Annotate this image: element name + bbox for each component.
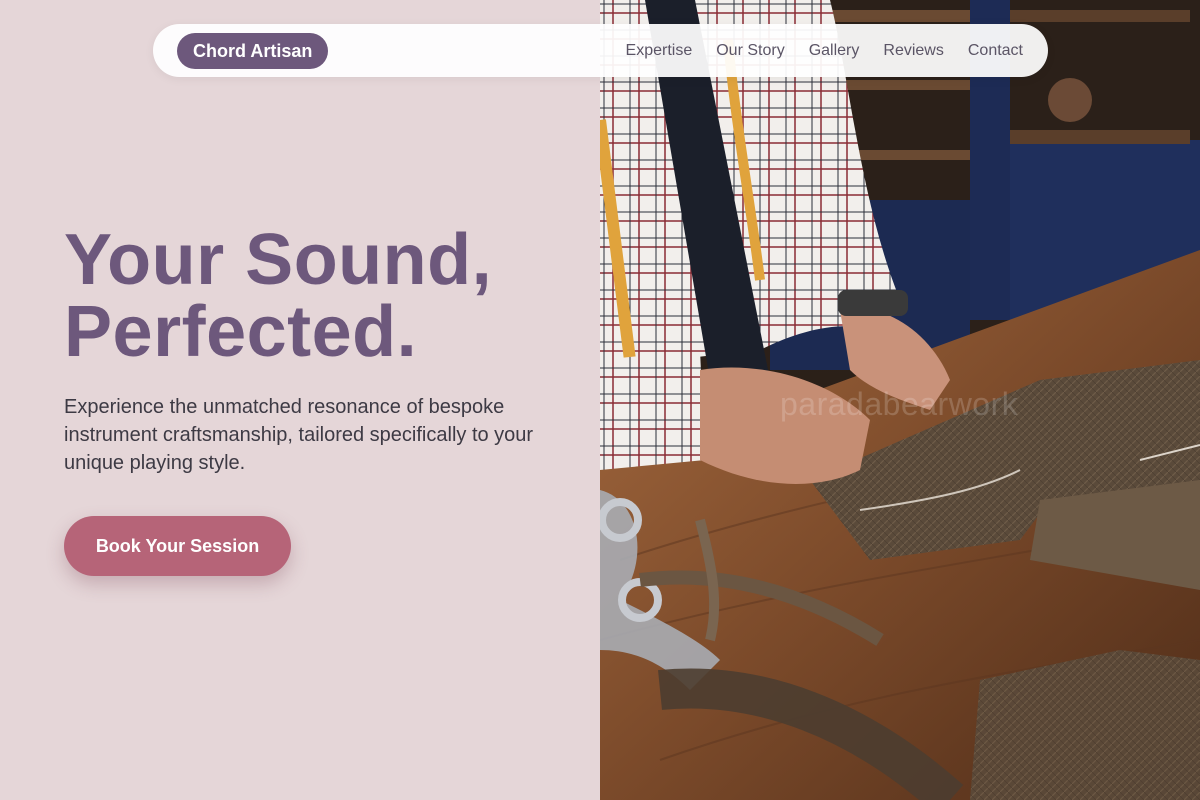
nav-link-our-story[interactable]: Our Story: [716, 42, 784, 60]
nav-link-contact[interactable]: Contact: [968, 42, 1023, 60]
main-nav: Chord Artisan Expertise Our Story Galler…: [153, 24, 1048, 77]
hero-section: Your Sound, Perfected. Experience the un…: [0, 0, 600, 800]
book-session-button[interactable]: Book Your Session: [64, 516, 291, 576]
nav-link-reviews[interactable]: Reviews: [883, 42, 943, 60]
nav-link-gallery[interactable]: Gallery: [809, 42, 860, 60]
nav-links: Expertise Our Story Gallery Reviews Cont…: [626, 24, 1023, 77]
image-watermark: paradabearwork: [780, 386, 1019, 422]
hero-photo: paradabearwork: [600, 0, 1200, 800]
hero-title-line-2: Perfected.: [64, 292, 418, 372]
brand-logo-button[interactable]: Chord Artisan: [177, 33, 329, 69]
hero-subtitle: Experience the unmatched resonance of be…: [64, 396, 534, 474]
hero-title: Your Sound, Perfected.: [64, 224, 584, 368]
hero-title-line-1: Your Sound,: [64, 220, 493, 300]
landing-page: Your Sound, Perfected. Experience the un…: [0, 0, 1200, 800]
nav-link-expertise[interactable]: Expertise: [626, 42, 693, 60]
